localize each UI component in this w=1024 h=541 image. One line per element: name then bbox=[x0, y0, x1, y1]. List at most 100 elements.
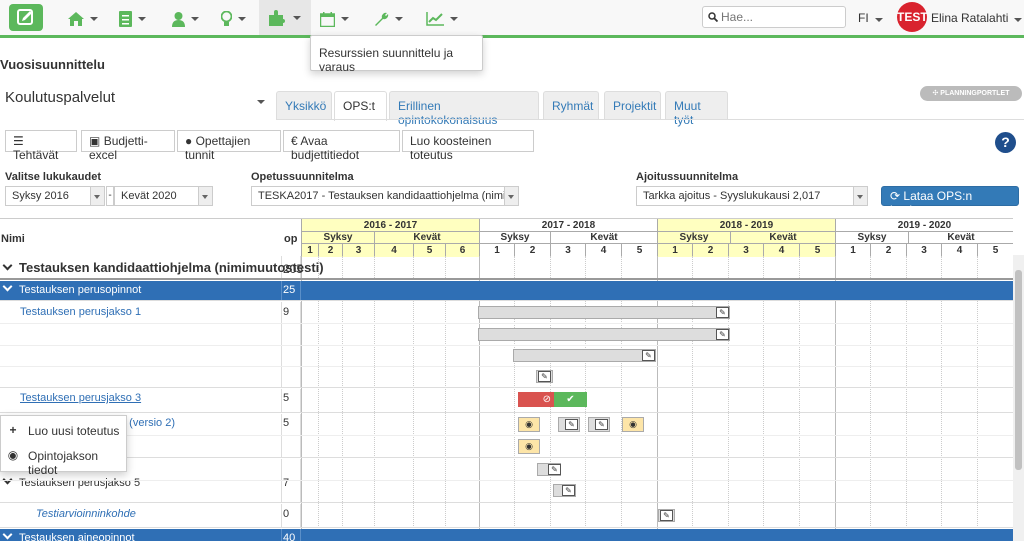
edit-icon[interactable]: ✎ bbox=[565, 419, 578, 430]
edit-icon[interactable]: ✎ bbox=[595, 419, 608, 430]
nav-reports[interactable] bbox=[119, 9, 146, 29]
edit-icon[interactable]: ✎ bbox=[660, 510, 673, 521]
edit-icon[interactable]: ✎ bbox=[538, 371, 551, 382]
eye-icon[interactable]: ◉ bbox=[622, 417, 644, 432]
perus-op: 25 bbox=[283, 284, 296, 296]
to-semester-select[interactable]: Kevät 2020 bbox=[114, 186, 213, 206]
language-selector[interactable]: FI bbox=[858, 11, 883, 25]
year-2017-2018: 2017 - 2018 bbox=[479, 219, 657, 232]
edit-icon[interactable]: ✎ bbox=[548, 464, 561, 475]
ban-icon[interactable]: ⊘ bbox=[518, 392, 554, 407]
edit-icon[interactable]: ✎ bbox=[562, 485, 575, 496]
schedule-bar[interactable]: ✎ bbox=[558, 417, 580, 432]
semester-spring: Kevät bbox=[908, 232, 1013, 244]
table-row[interactable]: Testauksen perusjakso 1 9 ✎ ✎ ✎ ✎ bbox=[0, 302, 1013, 388]
edit-icon[interactable]: ✎ bbox=[716, 307, 729, 318]
eye-icon[interactable]: ◉ bbox=[518, 417, 540, 432]
col-name-header: Nimi bbox=[1, 233, 25, 245]
nav-resources[interactable] bbox=[259, 0, 311, 35]
nav-settings[interactable] bbox=[373, 9, 403, 29]
tab-yksikko[interactable]: Yksikkö bbox=[276, 91, 332, 119]
user-menu[interactable]: Elina Ratalahti bbox=[931, 11, 1023, 25]
ops-select[interactable]: TESKA2017 - Testauksen kandidaattiohjelm… bbox=[251, 186, 519, 206]
scrollbar-thumb[interactable] bbox=[1015, 270, 1022, 470]
chevron-down-icon[interactable] bbox=[2, 529, 13, 540]
schedule-bar[interactable] bbox=[513, 349, 656, 362]
col-op-header: op bbox=[284, 233, 298, 245]
edit-icon[interactable]: ✎ bbox=[642, 350, 655, 361]
puzzle-icon bbox=[269, 9, 285, 26]
schedule-bar[interactable] bbox=[478, 328, 730, 341]
planning-grid: Nimi op 2016 - 2017 2017 - 2018 2018 - 2… bbox=[0, 218, 1013, 541]
search-input[interactable] bbox=[721, 10, 841, 24]
aine-name: Testauksen aineopinnot bbox=[19, 532, 135, 541]
user-icon: ● bbox=[185, 134, 193, 148]
avaa-budjettitiedot-button[interactable]: € Avaa budjettitiedot bbox=[283, 130, 400, 162]
help-icon[interactable]: ? bbox=[995, 132, 1016, 153]
table-row[interactable]: Testauksen aineopinnot 40 bbox=[0, 529, 1013, 541]
user-icon bbox=[172, 11, 185, 27]
year-2018-2019: 2018 - 2019 bbox=[657, 219, 835, 232]
organization-select[interactable]: Koulutuspalvelut bbox=[5, 89, 265, 115]
app-logo[interactable] bbox=[9, 4, 43, 31]
table-row[interactable]: 4 (versio 2) 5 ◉ ✎ ✎ ◉ ◉ bbox=[0, 414, 1013, 458]
page-title: Vuosisuunnittelu bbox=[0, 57, 105, 72]
pj5-op: 7 bbox=[283, 477, 290, 489]
list-icon: ☰ bbox=[13, 134, 24, 148]
edit-icon bbox=[17, 9, 33, 25]
eye-icon[interactable]: ◉ bbox=[518, 439, 540, 454]
check-icon[interactable]: ✔ bbox=[554, 392, 587, 407]
pj4-name[interactable]: 4 (versio 2) bbox=[120, 417, 175, 429]
tab-ops[interactable]: OPS:t bbox=[334, 91, 387, 121]
document-icon bbox=[119, 11, 132, 27]
edit-icon[interactable]: ✎ bbox=[716, 329, 729, 340]
pj3-op: 5 bbox=[283, 392, 290, 404]
ajoitus-select[interactable]: Tarkka ajoitus - Syyslukukausi 2,017 bbox=[636, 186, 868, 206]
context-menu: + Luo uusi toteutus ◉ Opintojakson tiedo… bbox=[0, 415, 128, 477]
program-op: 205 bbox=[283, 262, 304, 276]
table-row[interactable]: Testauksen perusjakso 3 5 ⊘ ✔ bbox=[0, 389, 1013, 413]
planning-portlet-button[interactable]: ✣ PLANNINGPORTLET bbox=[920, 86, 1022, 101]
semester-autumn: Syksy bbox=[657, 232, 730, 244]
calendar-icon bbox=[320, 11, 335, 27]
menu-item-course-info[interactable]: ◉ Opintojakson tiedot bbox=[1, 445, 128, 477]
tab-muut-tyot[interactable]: Muut työt bbox=[665, 91, 728, 127]
chevron-down-icon[interactable] bbox=[2, 260, 13, 271]
schedule-bar[interactable]: ✎ bbox=[588, 417, 610, 432]
opettajien-tunnit-button[interactable]: ● Opettajien tunnit bbox=[177, 130, 281, 162]
arvio-name[interactable]: Testiarvioinninkohde bbox=[36, 508, 136, 520]
tab-projektit[interactable]: Projektit bbox=[604, 91, 661, 119]
semester-autumn: Syksy bbox=[301, 232, 374, 244]
tab-ryhmat[interactable]: Ryhmät bbox=[543, 91, 599, 119]
table-row[interactable]: Testiarvioinninkohde 0 ✎ bbox=[0, 504, 1013, 528]
from-semester-select[interactable]: Syksy 2016 bbox=[5, 186, 105, 206]
chevron-down-icon[interactable] bbox=[2, 281, 13, 292]
semester-spring: Kevät bbox=[374, 232, 479, 244]
nav-analytics[interactable] bbox=[426, 9, 458, 29]
nav-ideas[interactable] bbox=[221, 9, 246, 29]
wrench-icon bbox=[375, 12, 389, 26]
table-row[interactable]: Testauksen perusopinnot 25 bbox=[0, 281, 1013, 301]
refresh-icon: ⟳ bbox=[890, 189, 901, 203]
load-ops-button[interactable]: ⟳ Lataa OPS:n koulutus bbox=[881, 186, 1019, 217]
pj4-op: 5 bbox=[283, 417, 290, 429]
top-navbar: FI TEST Elina Ratalahti bbox=[0, 0, 1024, 38]
search-box[interactable] bbox=[702, 6, 846, 28]
nav-calendar[interactable] bbox=[320, 9, 349, 29]
schedule-bar[interactable] bbox=[478, 306, 730, 319]
table-row[interactable]: Testauksen kandidaattiohjelma (nimimuuto… bbox=[0, 256, 1013, 280]
table-row[interactable]: Testauksen perusjakso 5 7 ✎ ✎ bbox=[0, 459, 1013, 503]
lightbulb-icon bbox=[221, 11, 232, 26]
tabs-divider bbox=[276, 119, 1024, 120]
tehtavat-button[interactable]: ☰ Tehtävät bbox=[5, 130, 77, 162]
menu-item-new-implementation[interactable]: + Luo uusi toteutus bbox=[1, 420, 128, 442]
pj1-name[interactable]: Testauksen perusjakso 1 bbox=[20, 306, 141, 318]
luo-koosteinen-button[interactable]: Luo koosteinen toteutus bbox=[402, 130, 534, 162]
nav-home[interactable] bbox=[68, 9, 98, 29]
nav-users[interactable] bbox=[172, 9, 199, 29]
year-2019-2020: 2019 - 2020 bbox=[835, 219, 1013, 232]
budjetti-excel-button[interactable]: ▣ Budjetti-excel bbox=[81, 130, 175, 162]
pj3-name[interactable]: Testauksen perusjakso 3 bbox=[20, 392, 141, 404]
avatar[interactable]: TEST bbox=[897, 2, 928, 32]
tab-erillinen[interactable]: Erillinen opintokokonaisuus bbox=[389, 91, 539, 127]
